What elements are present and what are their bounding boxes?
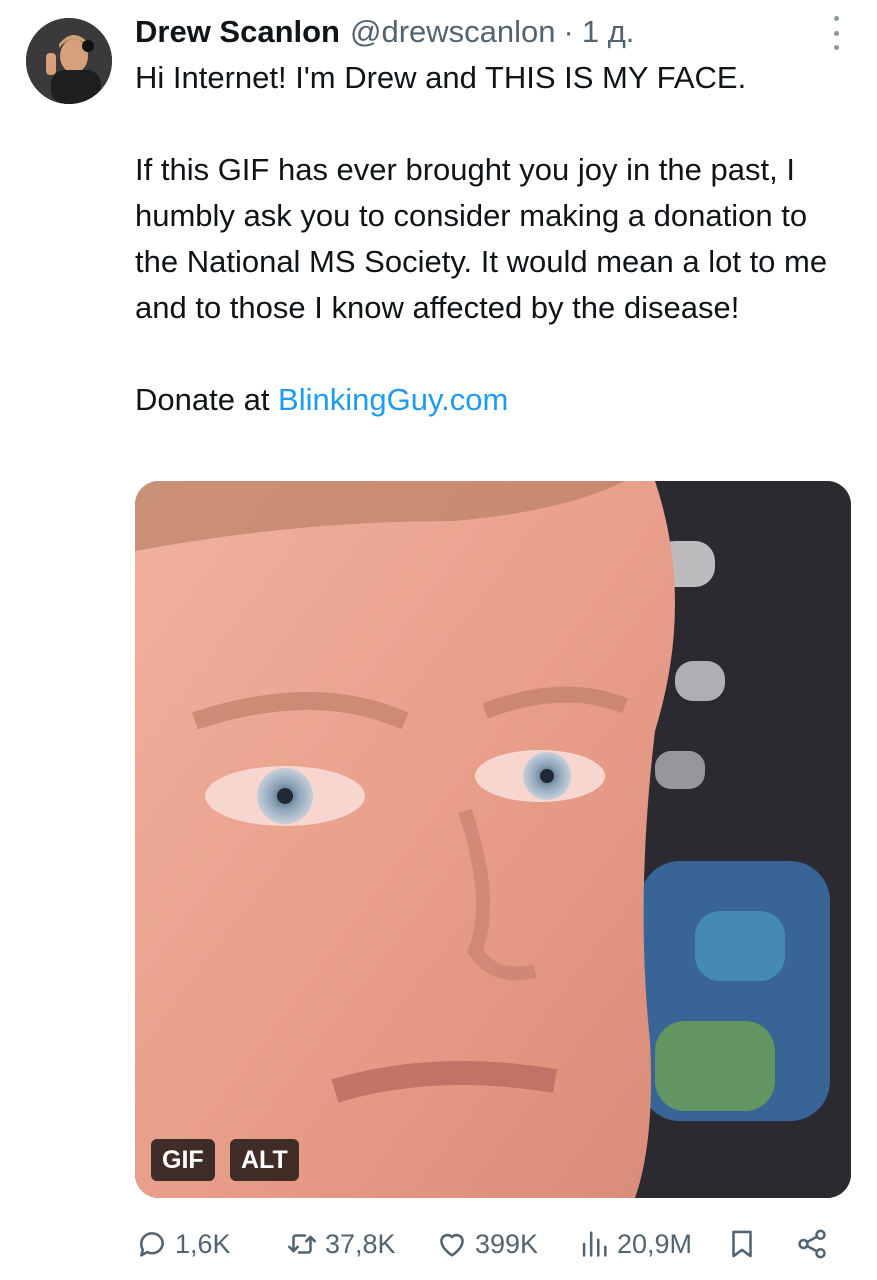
share-button[interactable] bbox=[795, 1227, 829, 1261]
tweet-header: Drew Scanlon @drewscanlon · 1 д. bbox=[135, 10, 634, 54]
donate-prefix: Donate at bbox=[135, 382, 279, 417]
like-count: 399K bbox=[475, 1228, 539, 1259]
tweet-actions: 1,6K 37,8K 399K 20,9M bbox=[135, 1222, 851, 1266]
donate-line: Donate at BlinkingGuy.com bbox=[135, 377, 855, 423]
bookmark-icon bbox=[732, 1230, 752, 1258]
author-name[interactable]: Drew Scanlon bbox=[135, 14, 340, 50]
like-button[interactable]: 399K bbox=[435, 1227, 538, 1261]
retweet-icon bbox=[287, 1234, 317, 1254]
view-count: 20,9M bbox=[617, 1228, 693, 1259]
reply-icon bbox=[140, 1232, 164, 1257]
gif-badge: GIF bbox=[151, 1139, 215, 1181]
tweet-line-1: Hi Internet! I'm Drew and THIS IS MY FAC… bbox=[135, 60, 747, 95]
tweet-body: Hi Internet! I'm Drew and THIS IS MY FAC… bbox=[135, 55, 855, 423]
reply-count: 1,6K bbox=[175, 1228, 231, 1259]
share-icon bbox=[798, 1229, 826, 1259]
heart-icon bbox=[440, 1233, 464, 1257]
retweet-button[interactable]: 37,8K bbox=[285, 1227, 396, 1261]
tweet-paragraph-2: If this GIF has ever brought you joy in … bbox=[135, 152, 828, 325]
alt-text-badge[interactable]: ALT bbox=[230, 1139, 299, 1181]
more-icon bbox=[833, 16, 839, 21]
gif-media[interactable] bbox=[135, 481, 851, 1198]
views-icon bbox=[582, 1231, 607, 1257]
more-options-button[interactable] bbox=[831, 16, 841, 50]
tweet-timestamp[interactable]: 1 д. bbox=[582, 14, 635, 50]
reply-button[interactable]: 1,6K bbox=[135, 1227, 231, 1261]
views-button[interactable]: 20,9M bbox=[577, 1227, 692, 1261]
donate-link[interactable]: BlinkingGuy.com bbox=[278, 382, 508, 417]
author-handle[interactable]: @drewscanlon bbox=[350, 14, 556, 50]
avatar[interactable] bbox=[26, 18, 112, 104]
separator-dot: · bbox=[563, 14, 574, 49]
retweet-count: 37,8K bbox=[325, 1228, 396, 1259]
bookmark-button[interactable] bbox=[725, 1227, 759, 1261]
